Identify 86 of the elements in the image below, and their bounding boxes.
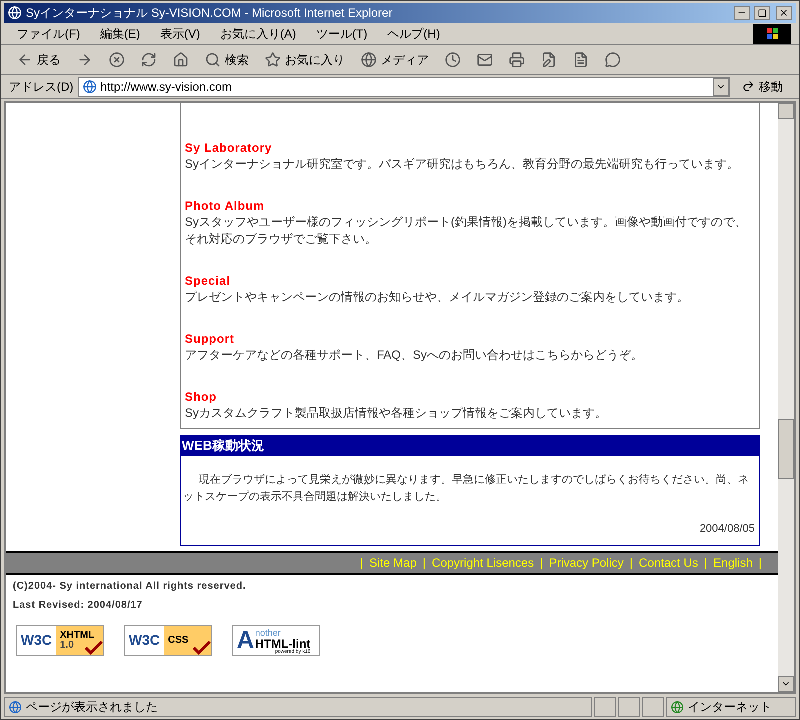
page-icon — [82, 80, 97, 94]
home-icon — [173, 52, 189, 68]
status-panel-cell — [642, 697, 664, 717]
status-date: 2004/08/05 — [700, 522, 755, 536]
menu-item[interactable]: ヘルプ(H) — [380, 24, 448, 42]
printer-icon — [509, 52, 525, 68]
address-label: アドレス(D) — [9, 78, 74, 96]
browser-icon — [8, 6, 22, 20]
link-separator: | — [703, 555, 709, 572]
footer-link[interactable]: Privacy Policy — [547, 554, 626, 572]
badge-label: XHTML — [60, 630, 95, 640]
scrollbar[interactable] — [778, 103, 794, 692]
status-message: 現在ブラウザによって見栄えが微妙に異なります。早急に修正いたしますのでしばらくお待ちください。尚、ネットスケープの表示不具合問題は解決いたしました。 — [182, 472, 750, 505]
page-icon — [9, 700, 22, 714]
go-button[interactable]: 移動 — [734, 78, 791, 96]
badge-label: CSS — [168, 636, 189, 646]
menu-item[interactable]: ツール(T) — [308, 24, 376, 42]
badge-logo-text: W3C — [20, 631, 54, 650]
check-mark-icon — [193, 641, 211, 655]
w3c-badge[interactable]: W3C CSS — [124, 625, 212, 656]
close-icon — [779, 8, 789, 18]
section-link[interactable]: Shop — [185, 390, 759, 405]
section-description: Syカスタムクラフト製品取扱店情報や各種ショップ情報をご案内しています。 — [185, 405, 608, 422]
windows-logo-icon — [753, 24, 791, 44]
check-mark-icon — [85, 641, 103, 655]
link-separator: | — [758, 555, 763, 572]
go-arrow-icon — [742, 80, 755, 93]
speech-bubble-icon — [605, 52, 621, 68]
link-separator: | — [359, 555, 365, 572]
link-separator: | — [539, 555, 544, 572]
stop-icon — [109, 52, 125, 68]
menu-item[interactable]: 編集(E) — [92, 24, 148, 42]
dropdown-button[interactable] — [713, 78, 729, 96]
last-revised-text: Last Revised: 2004/08/17 — [13, 599, 144, 613]
section-link[interactable]: Photo Album — [185, 199, 759, 214]
section-link[interactable]: Sy Laboratory — [185, 141, 759, 156]
section-description: Syインターナショナル研究室です。バスギア研究はもちろん、教育分野の最先端研究も行っています。 — [185, 156, 740, 173]
link-separator: | — [422, 555, 428, 572]
status-panel-title: WEB稼動状況 — [182, 437, 264, 456]
status-text: ページが表示されました — [26, 699, 158, 716]
scroll-down-button[interactable] — [778, 676, 794, 692]
maximize-button[interactable] — [754, 6, 770, 20]
star-icon — [265, 52, 281, 68]
address-field[interactable]: http://www.sy-vision.com — [78, 76, 730, 96]
menu-item[interactable]: お気に入り(A) — [212, 24, 304, 42]
minimize-button[interactable] — [734, 6, 750, 20]
link-separator: | — [628, 555, 634, 572]
search-icon — [205, 52, 221, 68]
scrollbar-thumb[interactable] — [778, 419, 794, 479]
clock-icon — [445, 52, 461, 68]
globe-icon — [361, 52, 377, 68]
footer-link[interactable]: Copyright Lisences — [430, 554, 536, 572]
status-panel-cell — [618, 697, 640, 717]
section-link[interactable]: Special — [185, 274, 759, 289]
zone-text: インターネット — [688, 699, 772, 716]
toolbar-button[interactable]: メディア — [357, 48, 433, 72]
copyright-text: (C)2004- Sy international All rights reserved. — [13, 580, 248, 594]
footer-link[interactable]: English — [712, 554, 755, 572]
maximize-icon — [758, 8, 766, 18]
window-title: Syインターナショナル Sy-VISION.COM - Microsoft Internet Explorer — [26, 5, 394, 22]
footer-link[interactable]: Contact Us — [637, 554, 700, 572]
right-arrow-icon — [77, 52, 93, 68]
edit-icon — [541, 52, 557, 68]
badge-logo-text: W3C — [128, 631, 162, 650]
badge-label: nother — [255, 629, 282, 638]
status-panel-cell — [594, 697, 616, 717]
toolbar-button[interactable]: お気に入り — [261, 48, 349, 72]
globe-icon — [671, 700, 684, 714]
document-icon — [573, 52, 589, 68]
mail-icon — [477, 52, 493, 68]
section-link[interactable]: Support — [185, 332, 759, 347]
badge-logo-letter: A — [237, 628, 254, 652]
badge-title: HTML-lint — [255, 638, 311, 650]
badge-version: 1.0 — [60, 640, 74, 650]
address-value: http://www.sy-vision.com — [100, 78, 234, 96]
close-button[interactable] — [776, 6, 792, 20]
toolbar-button[interactable]: 検索 — [201, 48, 253, 72]
section-description: アフターケアなどの各種サポート、FAQ、Syへのお問い合わせはこちらからどうぞ。 — [185, 347, 644, 364]
footer-link[interactable]: Site Map — [368, 554, 419, 572]
menu-item[interactable]: 表示(V) — [152, 24, 208, 42]
toolbar-button[interactable]: 戻る — [13, 48, 65, 72]
section-description: Syスタッフやユーザー様のフィッシングリポート(釣果情報)を掲載しています。画像や動画付ですので、それ対応のブラウザでご覧下さい。 — [185, 214, 748, 248]
section-description: プレゼントやキャンペーンの情報のお知らせや、メイルマガジン登録のご案内をしています。 — [185, 289, 690, 306]
menu-item[interactable]: ファイル(F) — [9, 24, 88, 42]
scroll-up-button[interactable] — [778, 103, 794, 119]
refresh-icon — [141, 52, 157, 68]
